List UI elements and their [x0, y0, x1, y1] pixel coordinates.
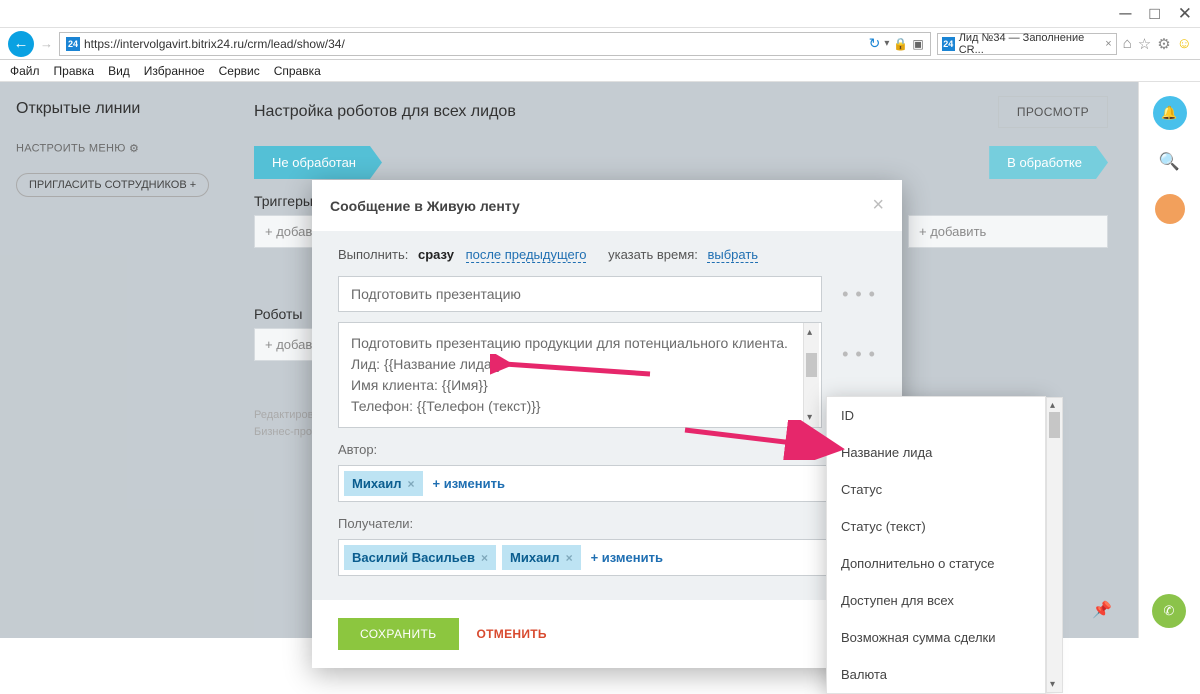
phone-icon[interactable]: ✆	[1152, 594, 1186, 628]
author-change[interactable]: + изменить	[433, 476, 505, 491]
chip-remove[interactable]: ×	[566, 551, 573, 565]
menu-edit[interactable]: Правка	[54, 64, 95, 78]
invite-button[interactable]: ПРИГЛАСИТЬ СОТРУДНИКОВ +	[16, 173, 209, 197]
configure-menu[interactable]: НАСТРОИТЬ МЕНЮ ⚙	[16, 142, 214, 155]
page-title: Настройка роботов для всех лидов	[254, 103, 516, 121]
browser-tab[interactable]: 24 Лид №34 — Заполнение CR... ×	[937, 33, 1117, 55]
menu-favorites[interactable]: Избранное	[144, 64, 205, 78]
annotation-arrow-2	[680, 420, 850, 460]
dropdown-scrollbar[interactable]: ▴ ▾	[1046, 397, 1063, 693]
menu-file[interactable]: Файл	[10, 64, 40, 78]
time-label: указать время:	[608, 247, 698, 262]
author-field[interactable]: Михаил× + изменить	[338, 465, 876, 502]
sidebar-title: Открытые линии	[16, 100, 214, 118]
window-minimize[interactable]: ─	[1119, 4, 1131, 24]
recipients-field[interactable]: Василий Васильев× Михаил× + изменить	[338, 539, 876, 576]
recipients-label: Получатели:	[338, 516, 876, 531]
message-menu-icon[interactable]: • • •	[842, 344, 876, 365]
chip-remove[interactable]: ×	[408, 477, 415, 491]
dropdown-item-available[interactable]: Доступен для всех	[827, 582, 1045, 619]
option-choose-time[interactable]: выбрать	[707, 247, 758, 263]
recipients-change[interactable]: + изменить	[591, 550, 663, 565]
avatar[interactable]	[1155, 194, 1185, 224]
star-icon[interactable]: ☆	[1138, 35, 1151, 53]
dropdown-item-id[interactable]: ID	[827, 397, 1045, 434]
stage-in-process[interactable]: В обработке	[989, 146, 1108, 179]
tab-favicon: 24	[942, 37, 955, 51]
execute-label: Выполнить:	[338, 247, 408, 262]
dropdown-item-currency[interactable]: Валюта	[827, 656, 1045, 693]
option-after[interactable]: после предыдущего	[466, 247, 587, 263]
dropdown-item-status-text[interactable]: Статус (текст)	[827, 508, 1045, 545]
dropdown-item-status-extra[interactable]: Дополнительно о статусе	[827, 545, 1045, 582]
browser-back[interactable]: ←	[8, 31, 34, 57]
subject-input[interactable]: Подготовить презентацию	[338, 276, 822, 312]
smile-icon[interactable]: ☺	[1177, 35, 1192, 52]
notifications-icon[interactable]: 🔔	[1153, 96, 1187, 130]
refresh-icon[interactable]: ↻	[869, 35, 881, 52]
lock-icon: 🔒	[893, 37, 908, 51]
tab-title: Лид №34 — Заполнение CR...	[959, 32, 1102, 56]
field-dropdown: ID Название лида Статус Статус (текст) Д…	[826, 396, 1046, 694]
annotation-arrow-1	[490, 354, 660, 384]
chip-remove[interactable]: ×	[481, 551, 488, 565]
subject-menu-icon[interactable]: • • •	[842, 284, 876, 305]
browser-forward[interactable]: →	[40, 36, 53, 51]
home-icon[interactable]: ⌂	[1123, 35, 1132, 52]
dropdown-icon[interactable]: ▾	[884, 38, 889, 49]
view-button[interactable]: ПРОСМОТР	[998, 96, 1108, 128]
modal-cancel-button[interactable]: ОТМЕНИТЬ	[477, 627, 547, 641]
dropdown-item-lead-name[interactable]: Название лида	[827, 434, 1045, 471]
gear-icon[interactable]: ⚙	[1157, 35, 1170, 53]
settings-icon: ⚙	[129, 142, 139, 155]
textarea-scrollbar[interactable]: ▴ ▾	[803, 323, 819, 427]
pin-icon[interactable]: 📌	[1092, 600, 1112, 620]
tab-close[interactable]: ×	[1105, 38, 1111, 50]
menu-help[interactable]: Справка	[274, 64, 321, 78]
menu-service[interactable]: Сервис	[219, 64, 260, 78]
url-text: https://intervolgavirt.bitrix24.ru/crm/l…	[84, 37, 345, 51]
dropdown-item-status[interactable]: Статус	[827, 471, 1045, 508]
url-bar[interactable]: 24 https://intervolgavirt.bitrix24.ru/cr…	[59, 32, 931, 56]
author-chip[interactable]: Михаил×	[344, 471, 423, 496]
modal-close[interactable]: ×	[872, 194, 884, 217]
search-icon[interactable]: 🔍	[1159, 152, 1180, 172]
menu-view[interactable]: Вид	[108, 64, 130, 78]
recipient-chip-2[interactable]: Михаил×	[502, 545, 581, 570]
option-now[interactable]: сразу	[418, 247, 454, 262]
modal-save-button[interactable]: СОХРАНИТЬ	[338, 618, 459, 650]
modal-title: Сообщение в Живую ленту	[330, 198, 520, 214]
favicon: 24	[66, 37, 80, 51]
recipient-chip-1[interactable]: Василий Васильев×	[344, 545, 496, 570]
stage-not-processed[interactable]: Не обработан	[254, 146, 382, 179]
window-maximize[interactable]: □	[1149, 4, 1159, 24]
msg-line-1: Подготовить презентацию продукции для по…	[351, 333, 809, 354]
msg-line-4: Телефон: {{Телефон (текст)}}	[351, 396, 809, 417]
compat-icon[interactable]: ▣	[912, 37, 923, 51]
window-close[interactable]: ✕	[1178, 4, 1192, 24]
add-trigger-right[interactable]: + добавить	[908, 215, 1108, 248]
